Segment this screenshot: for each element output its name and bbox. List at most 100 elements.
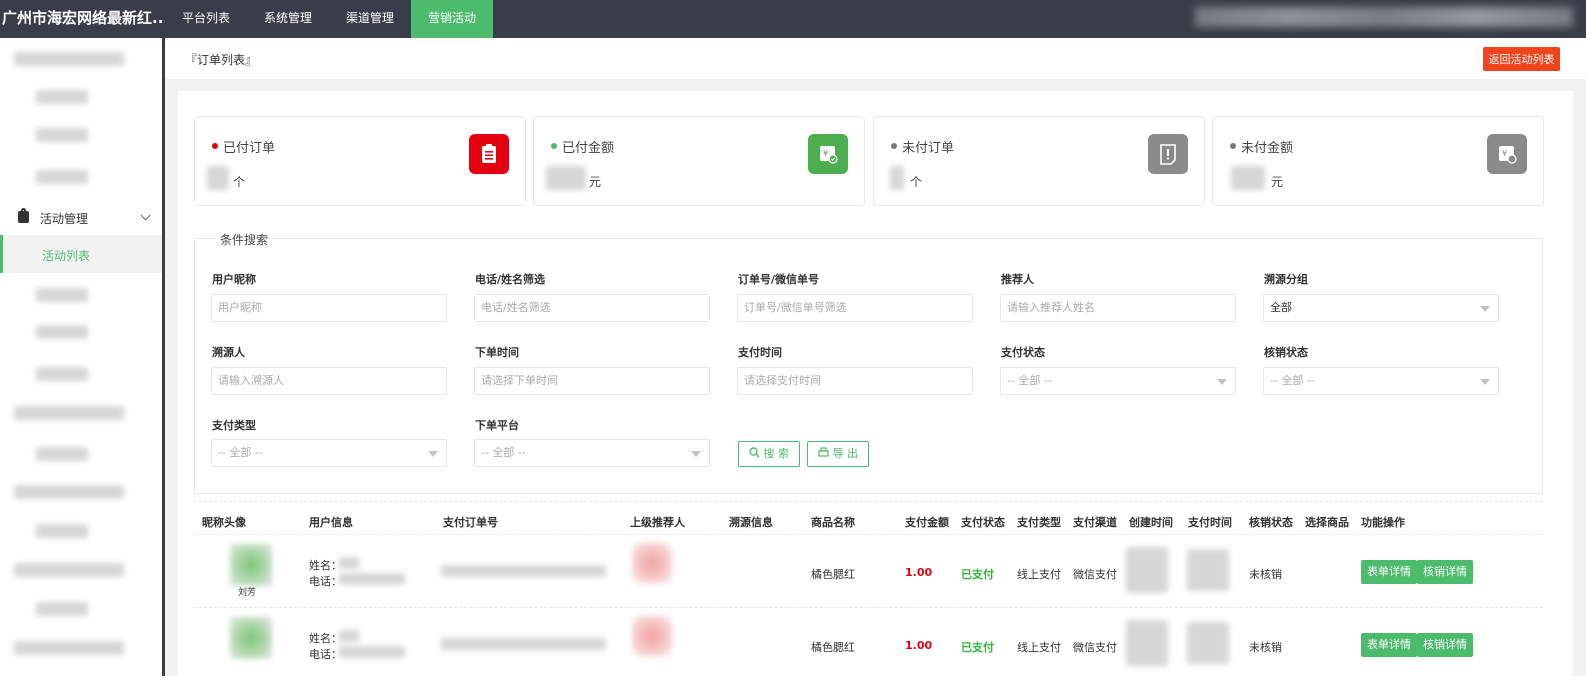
verify-detail-button[interactable]: 核销详情 bbox=[1417, 633, 1473, 657]
money-check-icon: ¥ bbox=[808, 134, 848, 174]
export-button[interactable]: 导 出 bbox=[807, 441, 869, 467]
back-to-activity-list-button[interactable]: 返回活动列表 bbox=[1483, 47, 1560, 71]
stat-unit: 元 bbox=[1271, 175, 1284, 189]
column-header: 支付时间 bbox=[1188, 516, 1232, 529]
sidebar-item-redacted[interactable] bbox=[14, 641, 124, 655]
stat-unit: 元 bbox=[589, 175, 602, 189]
verify-status-select[interactable]: -- 全部 -- bbox=[1263, 367, 1499, 395]
caret-down-icon bbox=[691, 451, 701, 457]
pay-type-select[interactable]: -- 全部 -- bbox=[211, 439, 447, 467]
phone-label: 电话： bbox=[309, 575, 342, 588]
created-time-redacted bbox=[1126, 620, 1168, 666]
sidebar-item-label: 活动管理 bbox=[40, 212, 89, 226]
sidebar-item-redacted[interactable] bbox=[36, 170, 88, 184]
sidebar-item-activity-list[interactable]: 活动列表 bbox=[0, 235, 162, 273]
stat-value-redacted bbox=[890, 166, 904, 190]
status-dot bbox=[1230, 143, 1236, 149]
referrer-avatar bbox=[632, 543, 672, 583]
sidebar-item-activity-management[interactable]: 活动管理 bbox=[0, 206, 162, 230]
sidebar-item-redacted[interactable] bbox=[14, 406, 124, 420]
select-value: -- 全部 -- bbox=[218, 446, 263, 459]
pay-type: 线上支付 bbox=[1017, 641, 1061, 654]
product-name: 橘色腮红 bbox=[811, 568, 855, 581]
nav-marketing[interactable]: 营销活动 bbox=[411, 0, 494, 38]
search-legend: 条件搜索 bbox=[215, 231, 274, 248]
select-value: -- 全部 -- bbox=[1007, 374, 1052, 387]
pay-status-select[interactable]: -- 全部 -- bbox=[1000, 367, 1236, 395]
stat-card-paid-amount: 已付金额 元 ¥ bbox=[533, 116, 865, 206]
search-button[interactable]: 搜 索 bbox=[738, 441, 800, 467]
nav-system-management[interactable]: 系统管理 bbox=[247, 0, 329, 38]
pay-time-redacted bbox=[1187, 549, 1229, 591]
nav-channel-management[interactable]: 渠道管理 bbox=[329, 0, 411, 38]
form-detail-button[interactable]: 表单详情 bbox=[1361, 633, 1417, 657]
source-person-input[interactable]: 请输入溯源人 bbox=[211, 367, 447, 395]
money-clock-icon: ¥ bbox=[1487, 134, 1527, 174]
sidebar-item-redacted[interactable] bbox=[36, 524, 88, 538]
table-row: 刘芳 姓名： 电话： 橘色腮红 1.00 已支付 线上支付 微信支付 未核销 表… bbox=[194, 534, 1543, 607]
pay-type: 线上支付 bbox=[1017, 568, 1061, 581]
stat-value-redacted bbox=[1231, 166, 1265, 190]
verify-detail-button[interactable]: 核销详情 bbox=[1417, 560, 1473, 584]
avatar bbox=[230, 544, 272, 586]
stat-label: 未付订单 bbox=[902, 141, 955, 156]
column-header: 用户信息 bbox=[309, 516, 353, 529]
stat-label: 已付订单 bbox=[223, 141, 276, 156]
search-form: 条件搜索 用户昵称 用户昵称 电话/姓名筛选 电话/姓名筛选 订单号/微信单号 … bbox=[194, 231, 1543, 494]
order-number-redacted bbox=[441, 638, 606, 650]
pay-channel: 微信支付 bbox=[1073, 641, 1117, 654]
sidebar-item-redacted[interactable] bbox=[14, 52, 124, 66]
sidebar-item-redacted[interactable] bbox=[36, 447, 88, 461]
stat-card-unpaid-amount: 未付金额 元 ¥ bbox=[1212, 116, 1544, 206]
status-dot bbox=[891, 143, 897, 149]
column-header: 昵称头像 bbox=[202, 516, 246, 529]
caret-down-icon bbox=[1217, 379, 1227, 385]
order-time-input[interactable]: 请选择下单时间 bbox=[474, 367, 710, 395]
bag-icon bbox=[18, 208, 29, 223]
pay-time-input[interactable]: 请选择支付时间 bbox=[737, 367, 973, 395]
sidebar-item-redacted[interactable] bbox=[36, 128, 88, 142]
sidebar-item-redacted[interactable] bbox=[36, 90, 88, 104]
sidebar-item-label: 活动列表 bbox=[42, 249, 91, 263]
column-header: 支付状态 bbox=[961, 516, 1005, 529]
sidebar-item-redacted[interactable] bbox=[36, 367, 88, 381]
form-detail-button[interactable]: 表单详情 bbox=[1361, 560, 1417, 584]
user-info-redacted bbox=[1195, 7, 1573, 27]
column-header: 支付订单号 bbox=[443, 516, 498, 529]
nickname-input[interactable]: 用户昵称 bbox=[211, 294, 447, 322]
verify-status: 未核销 bbox=[1249, 641, 1282, 654]
column-header: 核销状态 bbox=[1249, 516, 1293, 529]
column-header: 创建时间 bbox=[1129, 516, 1173, 529]
content-panel: 已付订单 个 已付金额 元 ¥ 未付订单 个 未付金额 元 ¥ 条件搜索 用户昵… bbox=[178, 91, 1573, 676]
column-header: 支付类型 bbox=[1017, 516, 1061, 529]
sidebar-item-redacted[interactable] bbox=[14, 563, 124, 577]
sidebar-item-redacted[interactable] bbox=[36, 288, 88, 302]
status-dot bbox=[212, 143, 218, 149]
app-title: 广州市海宏网络最新红... bbox=[2, 9, 165, 27]
nickname: 刘芳 bbox=[238, 588, 257, 598]
search-button-label: 搜 索 bbox=[763, 447, 790, 460]
sidebar-item-redacted[interactable] bbox=[36, 325, 88, 339]
order-number-input[interactable]: 订单号/微信单号筛选 bbox=[737, 294, 973, 322]
column-header: 功能操作 bbox=[1361, 516, 1405, 529]
stat-card-paid-orders: 已付订单 个 bbox=[194, 116, 526, 206]
source-group-select[interactable]: 全部 bbox=[1263, 294, 1499, 322]
name-label: 姓名： bbox=[309, 559, 342, 572]
phone-name-input[interactable]: 电话/姓名筛选 bbox=[474, 294, 710, 322]
stat-label: 未付金额 bbox=[1241, 141, 1294, 156]
field-label: 支付类型 bbox=[212, 419, 256, 432]
chevron-down-icon bbox=[140, 210, 151, 221]
sidebar-item-redacted[interactable] bbox=[36, 602, 88, 616]
top-nav: 平台列表 系统管理 渠道管理 营销活动 bbox=[165, 0, 494, 38]
order-platform-select[interactable]: -- 全部 -- bbox=[474, 439, 710, 467]
search-icon bbox=[749, 447, 760, 458]
field-label: 下单平台 bbox=[475, 419, 519, 432]
referrer-input[interactable]: 请输入推荐人姓名 bbox=[1000, 294, 1236, 322]
alert-doc-icon bbox=[1148, 134, 1188, 174]
stat-unit: 个 bbox=[910, 175, 923, 189]
sidebar-item-redacted[interactable] bbox=[14, 485, 124, 499]
column-header: 商品名称 bbox=[811, 516, 855, 529]
user-info-redacted bbox=[339, 646, 405, 658]
nav-platform-list[interactable]: 平台列表 bbox=[165, 0, 247, 38]
pay-channel: 微信支付 bbox=[1073, 568, 1117, 581]
